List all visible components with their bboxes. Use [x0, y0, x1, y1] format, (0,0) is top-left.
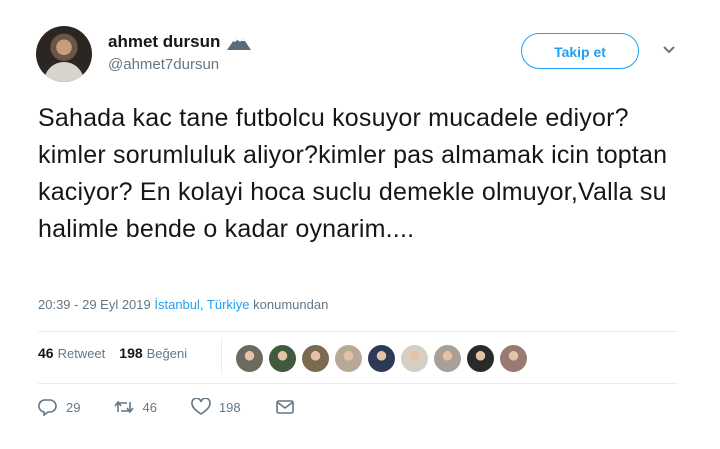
reply-icon — [38, 399, 57, 416]
retweet-action-count: 46 — [142, 399, 157, 415]
like-button[interactable]: 198 — [191, 398, 241, 416]
like-stat[interactable]: 198 Beğeni — [119, 345, 187, 361]
liker-avatar[interactable] — [269, 345, 296, 372]
avatar[interactable] — [36, 26, 92, 82]
tweet-actions: 29 46 198 — [38, 398, 337, 416]
reply-button[interactable]: 29 — [38, 398, 80, 416]
liker-avatar[interactable] — [467, 345, 494, 372]
tweet-timestamp[interactable]: 20:39 - 29 Eyl 2019 — [38, 297, 151, 312]
liker-avatar[interactable] — [335, 345, 362, 372]
like-count: 198 — [119, 345, 143, 361]
direct-message-button[interactable] — [275, 398, 303, 416]
like-stat-label: Beğeni — [146, 346, 188, 361]
divider — [38, 331, 678, 332]
liker-avatar[interactable] — [401, 345, 428, 372]
liker-avatar[interactable] — [434, 345, 461, 372]
liker-avatars — [236, 345, 527, 372]
tweet-location[interactable]: İstanbul, Türkiye — [154, 297, 249, 312]
direct-message-icon — [275, 400, 294, 414]
user-handle[interactable]: @ahmet7dursun — [108, 56, 219, 73]
retweet-stat[interactable]: 46 Retweet — [38, 345, 105, 361]
tweet-location-suffix: konumundan — [253, 297, 329, 312]
tweet-meta: 20:39 - 29 Eyl 2019 İstanbul, Türkiye ko… — [38, 297, 328, 312]
liker-avatar[interactable] — [236, 345, 263, 372]
retweet-stat-label: Retweet — [57, 346, 106, 361]
user-name-row: ahmet dursun — [108, 32, 252, 52]
liker-avatar[interactable] — [302, 345, 329, 372]
mountain-emoji-icon — [227, 37, 252, 50]
divider — [38, 383, 678, 384]
reply-count: 29 — [66, 399, 81, 415]
like-icon — [191, 398, 211, 415]
stats-separator — [221, 338, 222, 374]
tweet-text: Sahada kac tane futbolcu kosuyor mucadel… — [38, 104, 668, 243]
chevron-down-icon[interactable] — [661, 44, 677, 56]
retweet-button[interactable]: 46 — [114, 398, 157, 416]
retweet-count: 46 — [38, 345, 54, 361]
liker-avatar[interactable] — [368, 345, 395, 372]
liker-avatar[interactable] — [500, 345, 527, 372]
tweet-stats: 46 Retweet 198 Beğeni — [38, 345, 201, 361]
tweet-card: ahmet dursun @ahmet7dursun Takip et Saha… — [0, 0, 720, 449]
user-name[interactable]: ahmet dursun — [108, 32, 220, 52]
like-action-count: 198 — [218, 399, 241, 415]
retweet-icon — [114, 400, 135, 414]
follow-button[interactable]: Takip et — [521, 33, 639, 69]
